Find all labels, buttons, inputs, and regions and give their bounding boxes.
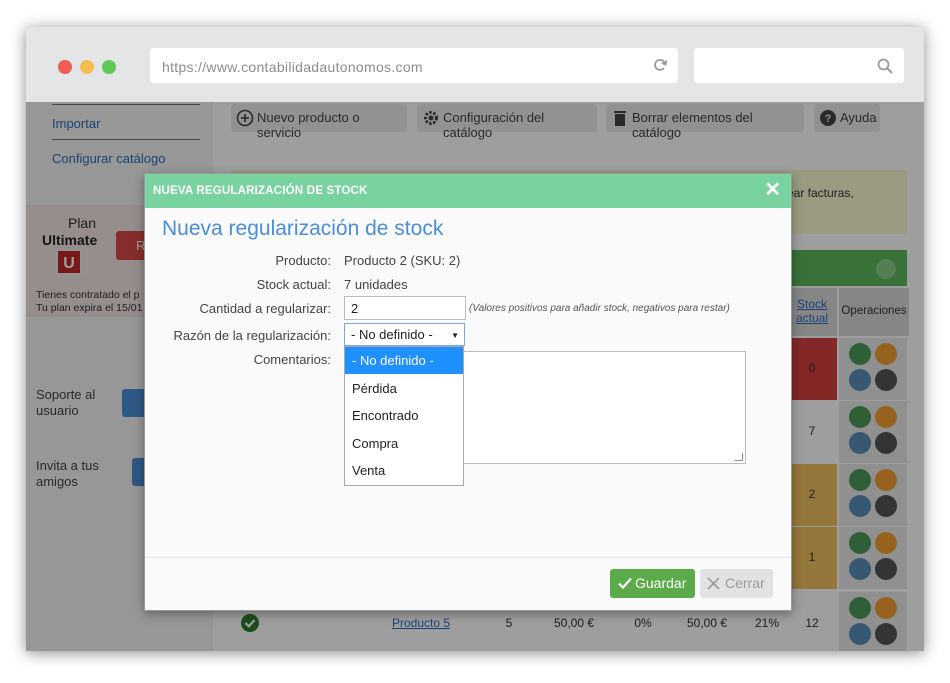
reason-option[interactable]: - No definido - [345, 347, 463, 374]
save-button[interactable]: Guardar [610, 569, 695, 598]
qty-input[interactable]: 2 [344, 296, 466, 320]
stock-value: 7 unidades [344, 277, 408, 292]
resize-handle[interactable] [735, 453, 743, 461]
reason-option[interactable]: Compra [345, 430, 463, 457]
reload-icon[interactable] [652, 57, 668, 73]
reason-option[interactable]: Encontrado [345, 402, 463, 429]
cancel-label: Cerrar [725, 575, 765, 591]
close-window-dot[interactable] [58, 60, 72, 74]
cancel-button[interactable]: Cerrar [700, 569, 773, 598]
reason-label: Razón de la regularización: [173, 328, 331, 343]
dialog-header-title: NUEVA REGULARIZACIÓN DE STOCK [153, 185, 368, 197]
check-icon [618, 577, 632, 590]
close-icon [707, 577, 720, 590]
dialog-title: Nueva regularización de stock [162, 217, 444, 240]
reason-select[interactable]: - No definido - ▼ [344, 323, 465, 346]
reason-option[interactable]: Pérdida [345, 375, 463, 402]
dialog-footer-divider [145, 557, 791, 558]
close-icon[interactable]: ✕ [764, 180, 781, 200]
qty-hint: (Valores positivos para añadir stock, ne… [469, 303, 730, 314]
reason-select-value: - No definido - [351, 327, 433, 342]
minimize-window-dot[interactable] [80, 60, 94, 74]
reason-option[interactable]: Venta [345, 457, 463, 484]
stock-label: Stock actual: [256, 277, 331, 292]
product-value: Producto 2 (SKU: 2) [344, 253, 461, 268]
address-url: https://www.contabilidadautonomos.com [162, 59, 423, 75]
search-icon[interactable] [877, 58, 893, 74]
reason-dropdown: - No definido - Pérdida Encontrado Compr… [344, 346, 464, 486]
qty-label: Cantidad a regularizar: [199, 301, 331, 316]
product-label: Producto: [275, 253, 331, 268]
dialog-header: NUEVA REGULARIZACIÓN DE STOCK ✕ [145, 174, 791, 208]
browser-search-bar[interactable] [694, 48, 904, 83]
browser-chrome: https://www.contabilidadautonomos.com [26, 27, 924, 102]
maximize-window-dot[interactable] [102, 60, 116, 74]
comments-label: Comentarios: [253, 352, 331, 367]
save-label: Guardar [635, 575, 687, 591]
stock-regularization-dialog: NUEVA REGULARIZACIÓN DE STOCK ✕ Nueva re… [144, 173, 792, 611]
address-bar[interactable]: https://www.contabilidadautonomos.com [150, 48, 678, 83]
chevron-down-icon: ▼ [451, 331, 459, 340]
